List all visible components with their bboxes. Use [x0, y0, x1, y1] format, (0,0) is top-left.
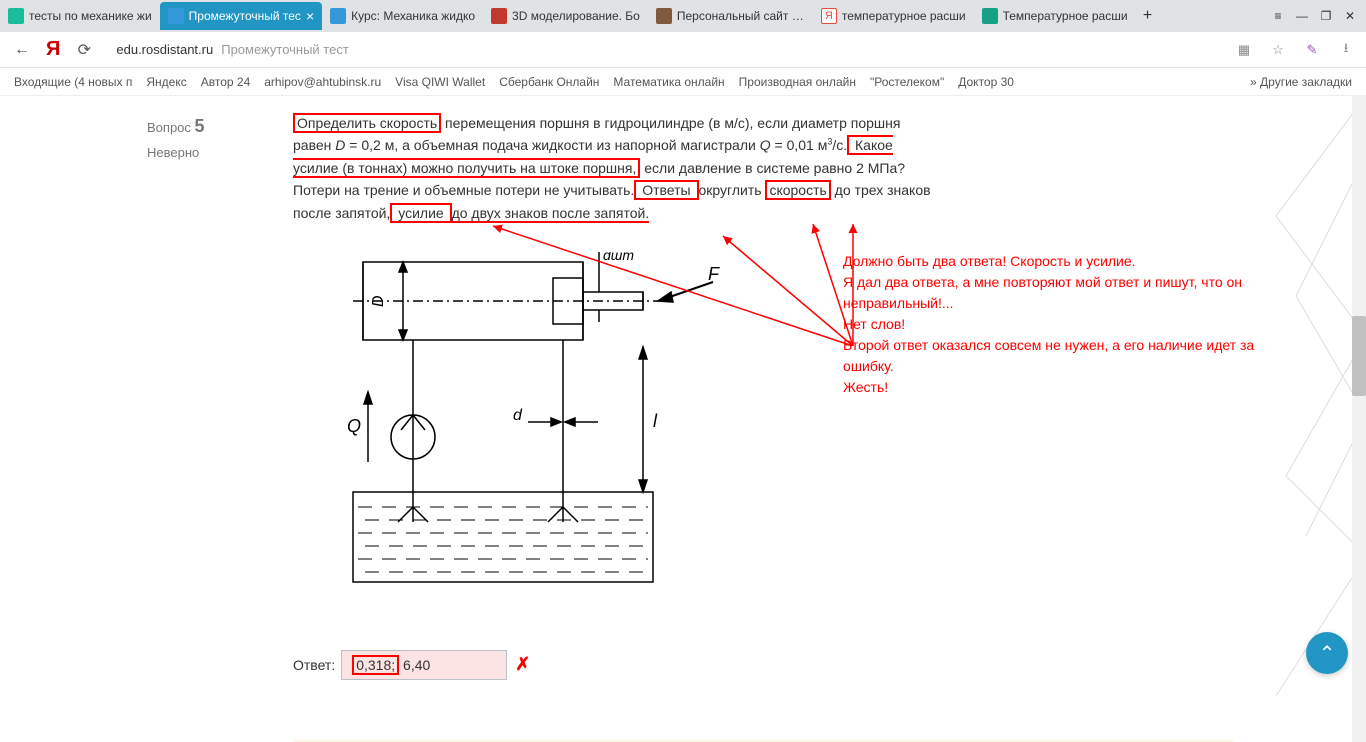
tab-label: тесты по механике жи [29, 9, 152, 23]
menu-icon[interactable]: ≡ [1268, 6, 1288, 26]
browser-toolbar: ← Я ⟳ edu.rosdistant.ru Промежуточный те… [0, 32, 1366, 68]
favicon-icon [330, 8, 346, 24]
svg-text:F: F [708, 264, 720, 284]
question-text: Определить скорость перемещения поршня в… [293, 112, 1233, 224]
tab-label: Персональный сайт - с [677, 9, 805, 23]
tab-7[interactable]: Температурное расши [974, 2, 1136, 30]
favicon-icon [168, 8, 184, 24]
maximize-icon[interactable]: ❐ [1316, 6, 1336, 26]
tab-2-active[interactable]: Промежуточный тес × [160, 2, 322, 30]
bookmark-link[interactable]: Автор 24 [201, 75, 251, 89]
bookmark-link[interactable]: Яндекс [146, 75, 186, 89]
user-annotation: Должно быть два ответа! Скорость и усили… [843, 251, 1273, 398]
bookmark-link[interactable]: arhipov@ahtubinsk.ru [264, 75, 381, 89]
window-controls: ≡ — ❐ ✕ [1262, 6, 1366, 26]
answer-row: Ответ: 0,318; 6,40 ✗ [293, 650, 1233, 680]
bookmark-link[interactable]: Входящие (4 новых п [14, 75, 132, 89]
tab-4[interactable]: 3D моделирование. Бо [483, 2, 648, 30]
browser-titlebar: тесты по механике жи Промежуточный тес× … [0, 0, 1366, 32]
question-status: Неверно [147, 145, 259, 160]
favicon-icon: Я [821, 8, 837, 24]
svg-text:D: D [370, 295, 387, 307]
chevron-up-icon: ⌃ [1319, 641, 1336, 666]
vertical-scrollbar[interactable] [1352, 96, 1366, 742]
answer-label: Ответ: [293, 657, 335, 673]
scroll-top-button[interactable]: ⌃ [1306, 632, 1348, 674]
close-window-icon[interactable]: ✕ [1340, 6, 1360, 26]
svg-text:l: l [653, 411, 658, 431]
question-number: 5 [195, 116, 205, 136]
favicon-icon [656, 8, 672, 24]
back-button[interactable]: ← [8, 36, 36, 64]
minimize-icon[interactable]: — [1292, 6, 1312, 26]
tab-label: Температурное расши [1003, 9, 1128, 23]
feather-icon[interactable]: ✎ [1300, 38, 1324, 62]
address-bar[interactable]: edu.rosdistant.ru Промежуточный тест [108, 42, 1222, 57]
svg-text:Q: Q [347, 416, 361, 436]
tab-6[interactable]: Ятемпературное расши [813, 2, 974, 30]
tab-label: температурное расши [842, 9, 966, 23]
favicon-icon [491, 8, 507, 24]
bookmark-link[interactable]: Производная онлайн [739, 75, 856, 89]
bookmark-star-icon[interactable]: ☆ [1266, 38, 1290, 62]
url-title: Промежуточный тест [221, 42, 349, 57]
tab-1[interactable]: тесты по механике жи [0, 2, 160, 30]
bookmark-link[interactable]: Visa QIWI Wallet [395, 75, 485, 89]
question-info: Вопрос 5 Неверно [133, 106, 273, 742]
answer-input[interactable]: 0,318; 6,40 [341, 650, 507, 680]
tab-label: Промежуточный тес [189, 9, 301, 23]
close-icon[interactable]: × [306, 8, 314, 24]
tab-strip: тесты по механике жи Промежуточный тес× … [0, 0, 1262, 32]
svg-text:d: d [513, 407, 523, 424]
favicon-icon [982, 8, 998, 24]
bookmark-link[interactable]: Сбербанк Онлайн [499, 75, 599, 89]
reload-button[interactable]: ⟳ [70, 36, 98, 64]
extension-icon[interactable]: ▦ [1232, 38, 1256, 62]
tab-label: 3D моделирование. Бо [512, 9, 640, 23]
bookmark-link[interactable]: Доктор 30 [958, 75, 1014, 89]
page-content: Вопрос 5 Неверно Определить скорость пер… [0, 96, 1366, 742]
tab-label: Курс: Механика жидко [351, 9, 475, 23]
url-host: edu.rosdistant.ru [116, 42, 213, 57]
question-label: Вопрос [147, 120, 191, 135]
bookmarks-bar: Входящие (4 новых п Яндекс Автор 24 arhi… [0, 68, 1366, 96]
svg-text:dшт: dшт [603, 252, 634, 263]
bookmark-link[interactable]: "Ростелеком" [870, 75, 944, 89]
favicon-icon [8, 8, 24, 24]
bookmarks-more[interactable]: » Другие закладки [1250, 75, 1352, 89]
wrong-icon: ✗ [515, 654, 530, 675]
yandex-logo-icon[interactable]: Я [46, 38, 60, 61]
tab-3[interactable]: Курс: Механика жидко [322, 2, 483, 30]
new-tab-button[interactable]: + [1136, 4, 1160, 28]
bookmark-link[interactable]: Математика онлайн [613, 75, 724, 89]
scrollbar-thumb[interactable] [1352, 316, 1366, 396]
tab-5[interactable]: Персональный сайт - с [648, 2, 813, 30]
download-icon[interactable]: ⭳ [1334, 38, 1358, 62]
